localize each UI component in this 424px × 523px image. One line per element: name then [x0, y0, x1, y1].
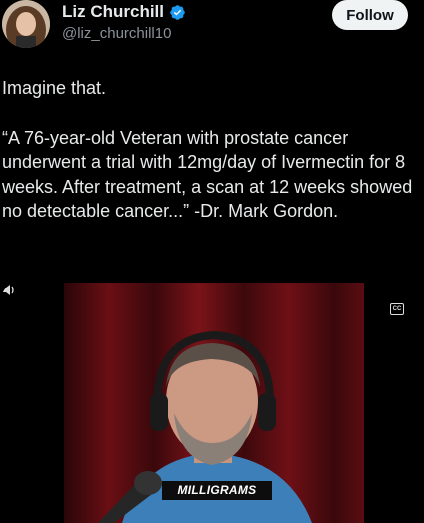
author-name[interactable]: Liz Churchill: [62, 2, 164, 22]
video-caption: MILLIGRAMS: [162, 481, 272, 500]
verified-badge-icon: [170, 4, 185, 20]
tweet-text: Imagine that. “A 76-year-old Veteran wit…: [2, 76, 422, 224]
author-handle[interactable]: @liz_churchill10: [62, 25, 171, 42]
avatar[interactable]: [2, 0, 50, 48]
tweet-header: Liz Churchill @liz_churchill10 Follow: [0, 0, 424, 60]
follow-button[interactable]: Follow: [332, 0, 408, 30]
closed-captions-icon[interactable]: CC: [390, 303, 404, 315]
video-player[interactable]: CC MILLIGRAMS: [2, 283, 422, 523]
volume-icon[interactable]: [2, 283, 18, 297]
avatar-photo: [2, 0, 50, 48]
tweet-quote: “A 76-year-old Veteran with prostate can…: [2, 127, 413, 222]
tweet-line: Imagine that.: [2, 78, 107, 98]
